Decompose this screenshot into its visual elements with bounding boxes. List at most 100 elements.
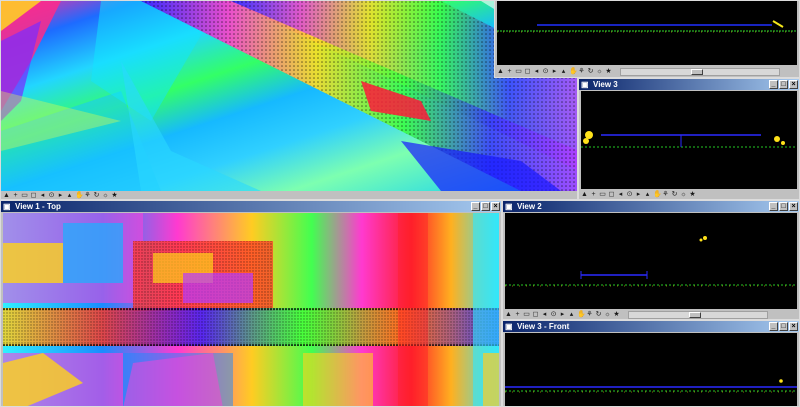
tilt-icon[interactable]: ▴: [568, 311, 575, 319]
pan-left-icon[interactable]: ◂: [533, 68, 540, 76]
pan-left-icon[interactable]: ◂: [39, 192, 46, 199]
rotate-icon[interactable]: ↻: [587, 68, 594, 76]
pointcloud-top-view: [3, 213, 499, 406]
star-icon[interactable]: ★: [605, 68, 612, 76]
maximize-button[interactable]: □: [779, 202, 788, 211]
tilt-icon[interactable]: ▴: [66, 192, 73, 199]
hand-icon[interactable]: ✋: [653, 191, 662, 199]
maximize-button[interactable]: □: [779, 80, 788, 89]
view3-front-pointcloud-view[interactable]: [505, 333, 797, 406]
hand-icon[interactable]: ✋: [75, 192, 84, 199]
pan-right-icon[interactable]: ▸: [551, 68, 558, 76]
main-viewport-window: ▲ + ▭ ◻ ◂ ⊙ ▸ ▴ ✋ ⚘ ↻ ☼ ★: [0, 0, 578, 200]
view3-front-titlebar[interactable]: ▣ View 3 - Front _ □ ×: [503, 321, 799, 332]
app-icon: ▣: [505, 322, 513, 331]
light-icon[interactable]: ☼: [596, 68, 603, 76]
minimize-button[interactable]: _: [769, 322, 778, 331]
pick-icon[interactable]: ⚘: [662, 191, 669, 199]
minimize-button[interactable]: _: [769, 202, 778, 211]
app-icon: ▣: [3, 202, 11, 211]
profile-plot: [581, 91, 797, 189]
view1-pointcloud-view[interactable]: [3, 213, 499, 406]
window-icon[interactable]: ◻: [532, 311, 539, 319]
nav-up-icon[interactable]: ▲: [505, 311, 512, 319]
scrollbar-thumb[interactable]: [689, 312, 701, 318]
nav-up-icon[interactable]: ▲: [497, 68, 504, 76]
top-right-toolbar: ▲ + ▭ ◻ ◂ ⊙ ▸ ▴ ✋ ⚘ ↻ ☼ ★: [495, 67, 799, 77]
rotate-icon[interactable]: ↻: [671, 191, 678, 199]
view3-pointcloud-view[interactable]: [581, 91, 797, 189]
zoom-in-icon[interactable]: +: [506, 68, 513, 76]
frame-icon[interactable]: ▭: [515, 68, 522, 76]
app-icon: ▣: [505, 202, 513, 211]
view1-titlebar[interactable]: ▣ View 1 - Top _ □ ×: [1, 201, 501, 212]
zoom-in-icon[interactable]: +: [590, 191, 597, 199]
top-right-pointcloud-view[interactable]: [497, 1, 797, 65]
window-icon[interactable]: ◻: [30, 192, 37, 199]
pick-icon[interactable]: ⚘: [578, 68, 585, 76]
orbit-icon[interactable]: ⊙: [542, 68, 549, 76]
view3-titlebar[interactable]: ▣ View 3 _ □ ×: [579, 79, 799, 90]
hand-icon[interactable]: ✋: [577, 311, 586, 319]
pan-left-icon[interactable]: ◂: [541, 311, 548, 319]
pick-icon[interactable]: ⚘: [586, 311, 593, 319]
nav-up-icon[interactable]: ▲: [581, 191, 588, 199]
view2-titlebar[interactable]: ▣ View 2 _ □ ×: [503, 201, 799, 212]
view3-title: View 3: [593, 80, 618, 89]
maximize-button[interactable]: □: [779, 322, 788, 331]
view2-pointcloud-view[interactable]: [505, 213, 797, 309]
profile-plot: [497, 1, 797, 65]
orbit-icon[interactable]: ⊙: [550, 311, 557, 319]
app-icon: ▣: [581, 80, 589, 89]
close-button[interactable]: ×: [789, 322, 798, 331]
frame-icon[interactable]: ▭: [523, 311, 530, 319]
hand-icon[interactable]: ✋: [569, 68, 578, 76]
top-right-view-window: ▲ + ▭ ◻ ◂ ⊙ ▸ ▴ ✋ ⚘ ↻ ☼ ★: [494, 0, 800, 78]
view3-window: ▣ View 3 _ □ × ▲ + ▭ ◻ ◂ ⊙ ▸ ▴ ✋ ⚘ ↻ ☼ ★: [578, 78, 800, 200]
orbit-icon[interactable]: ⊙: [48, 192, 55, 199]
light-icon[interactable]: ☼: [604, 311, 611, 319]
light-icon[interactable]: ☼: [680, 191, 687, 199]
view3-front-window: ▣ View 3 - Front _ □ ×: [502, 320, 800, 407]
pick-icon[interactable]: ⚘: [84, 192, 91, 199]
tilt-icon[interactable]: ▴: [560, 68, 567, 76]
zoom-in-icon[interactable]: +: [514, 311, 521, 319]
frame-icon[interactable]: ▭: [599, 191, 606, 199]
window-icon[interactable]: ◻: [608, 191, 615, 199]
view3-front-title: View 3 - Front: [517, 322, 570, 331]
close-button[interactable]: ×: [491, 202, 500, 211]
view2-title: View 2: [517, 202, 542, 211]
horizontal-scrollbar[interactable]: [620, 68, 780, 76]
rotate-icon[interactable]: ↻: [595, 311, 602, 319]
maximize-button[interactable]: □: [481, 202, 490, 211]
main-pointcloud-view[interactable]: [1, 1, 577, 191]
nav-up-icon[interactable]: ▲: [3, 192, 10, 199]
pan-right-icon[interactable]: ▸: [635, 191, 642, 199]
view2-toolbar: ▲ + ▭ ◻ ◂ ⊙ ▸ ▴ ✋ ⚘ ↻ ☼ ★: [503, 310, 799, 319]
view1-window: ▣ View 1 - Top _ □ ×: [0, 200, 502, 407]
window-icon[interactable]: ◻: [524, 68, 531, 76]
close-button[interactable]: ×: [789, 80, 798, 89]
pan-right-icon[interactable]: ▸: [57, 192, 64, 199]
rotate-icon[interactable]: ↻: [93, 192, 100, 199]
frame-icon[interactable]: ▭: [21, 192, 28, 199]
scrollbar-thumb[interactable]: [691, 69, 703, 75]
star-icon[interactable]: ★: [111, 192, 118, 199]
orbit-icon[interactable]: ⊙: [626, 191, 633, 199]
zoom-in-icon[interactable]: +: [12, 192, 19, 199]
tilt-icon[interactable]: ▴: [644, 191, 651, 199]
close-button[interactable]: ×: [789, 202, 798, 211]
star-icon[interactable]: ★: [689, 191, 696, 199]
view1-title: View 1 - Top: [15, 202, 61, 211]
pan-left-icon[interactable]: ◂: [617, 191, 624, 199]
minimize-button[interactable]: _: [471, 202, 480, 211]
view3-toolbar: ▲ + ▭ ◻ ◂ ⊙ ▸ ▴ ✋ ⚘ ↻ ☼ ★: [579, 190, 799, 199]
star-icon[interactable]: ★: [613, 311, 620, 319]
profile-plot: [505, 333, 797, 406]
minimize-button[interactable]: _: [769, 80, 778, 89]
pan-right-icon[interactable]: ▸: [559, 311, 566, 319]
light-icon[interactable]: ☼: [102, 192, 109, 199]
view2-window: ▣ View 2 _ □ × ▲ + ▭ ◻ ◂ ⊙ ▸ ▴ ✋ ⚘ ↻ ☼ ★: [502, 200, 800, 320]
profile-plot: [505, 213, 797, 309]
horizontal-scrollbar[interactable]: [628, 311, 768, 319]
